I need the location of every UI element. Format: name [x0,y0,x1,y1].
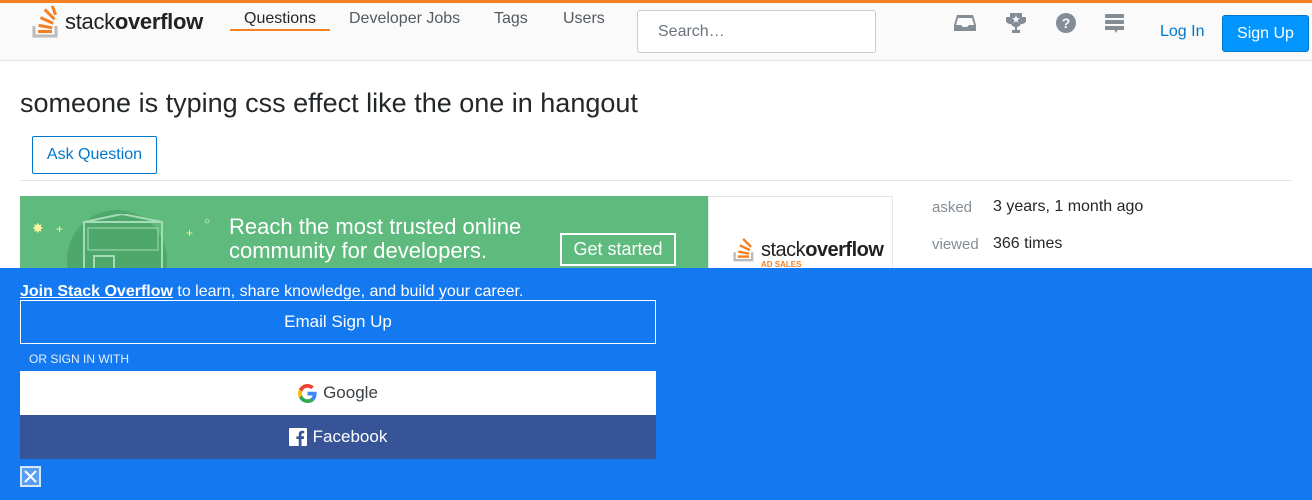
or-sign-in-with-label: OR SIGN IN WITH [29,352,129,366]
facebook-icon [288,428,307,446]
ad-sparkle-icon: ✸ [32,220,44,236]
nav-developer-jobs[interactable]: Developer Jobs [349,10,460,28]
stackoverflow-logo-icon [733,235,757,268]
join-link[interactable]: Join Stack Overflow [20,283,173,300]
ad-get-started-button[interactable]: Get started [560,233,676,266]
google-signin-button[interactable]: Google [20,371,656,415]
question-title[interactable]: someone is typing css effect like the on… [20,88,638,119]
signup-overlay: Join Stack Overflow to learn, share know… [0,268,1312,500]
ad-headline-line1: Reach the most trusted online [229,214,522,239]
ad-headline-line2: community for developers. [229,238,487,263]
close-icon[interactable] [20,466,41,487]
ad-sparkle-icon: + [56,222,64,236]
nav-questions[interactable]: Questions [244,10,316,28]
divider [20,180,1292,181]
site-switcher-icon[interactable] [1103,11,1127,35]
ad-brand-text: stackoverflow [761,239,884,261]
google-button-label: Google [323,383,378,402]
stackoverflow-logo-icon [32,3,62,38]
trophy-icon[interactable] [1004,11,1028,35]
facebook-signin-button[interactable]: Facebook [20,415,656,459]
google-icon [298,383,317,403]
ad-sparkle-icon: + [186,226,194,240]
nav-tags[interactable]: Tags [494,10,528,28]
nav-users[interactable]: Users [563,10,605,28]
advertisement-banner[interactable]: ✸ + + ○ Reach the most trusted online co… [20,196,893,276]
asked-label: asked [932,199,973,216]
help-icon[interactable]: ? [1054,11,1078,35]
ad-building-icon [82,212,168,276]
top-bar: stackoverflow Questions Developer Jobs T… [0,0,1312,61]
nav-active-indicator [230,29,330,31]
join-message: Join Stack Overflow to learn, share know… [20,283,524,300]
search-placeholder: Search… [658,22,725,40]
email-signup-button[interactable]: Email Sign Up [20,300,656,344]
logo-text: stackoverflow [65,9,203,34]
ask-question-button[interactable]: Ask Question [32,136,157,174]
signup-button[interactable]: Sign Up [1222,15,1309,52]
asked-value[interactable]: 3 years, 1 month ago [993,198,1143,216]
ad-sparkle-icon: ○ [204,216,211,227]
facebook-button-label: Facebook [312,427,388,446]
site-logo[interactable]: stackoverflow [32,3,203,39]
svg-text:?: ? [1062,15,1071,31]
ad-brand-panel: stackoverflow AD SALES [708,196,893,276]
search-input[interactable]: Search… [637,10,876,53]
viewed-value: 366 times [993,235,1063,252]
inbox-icon[interactable] [953,11,977,35]
viewed-label: viewed [932,236,979,253]
login-link[interactable]: Log In [1160,23,1204,41]
